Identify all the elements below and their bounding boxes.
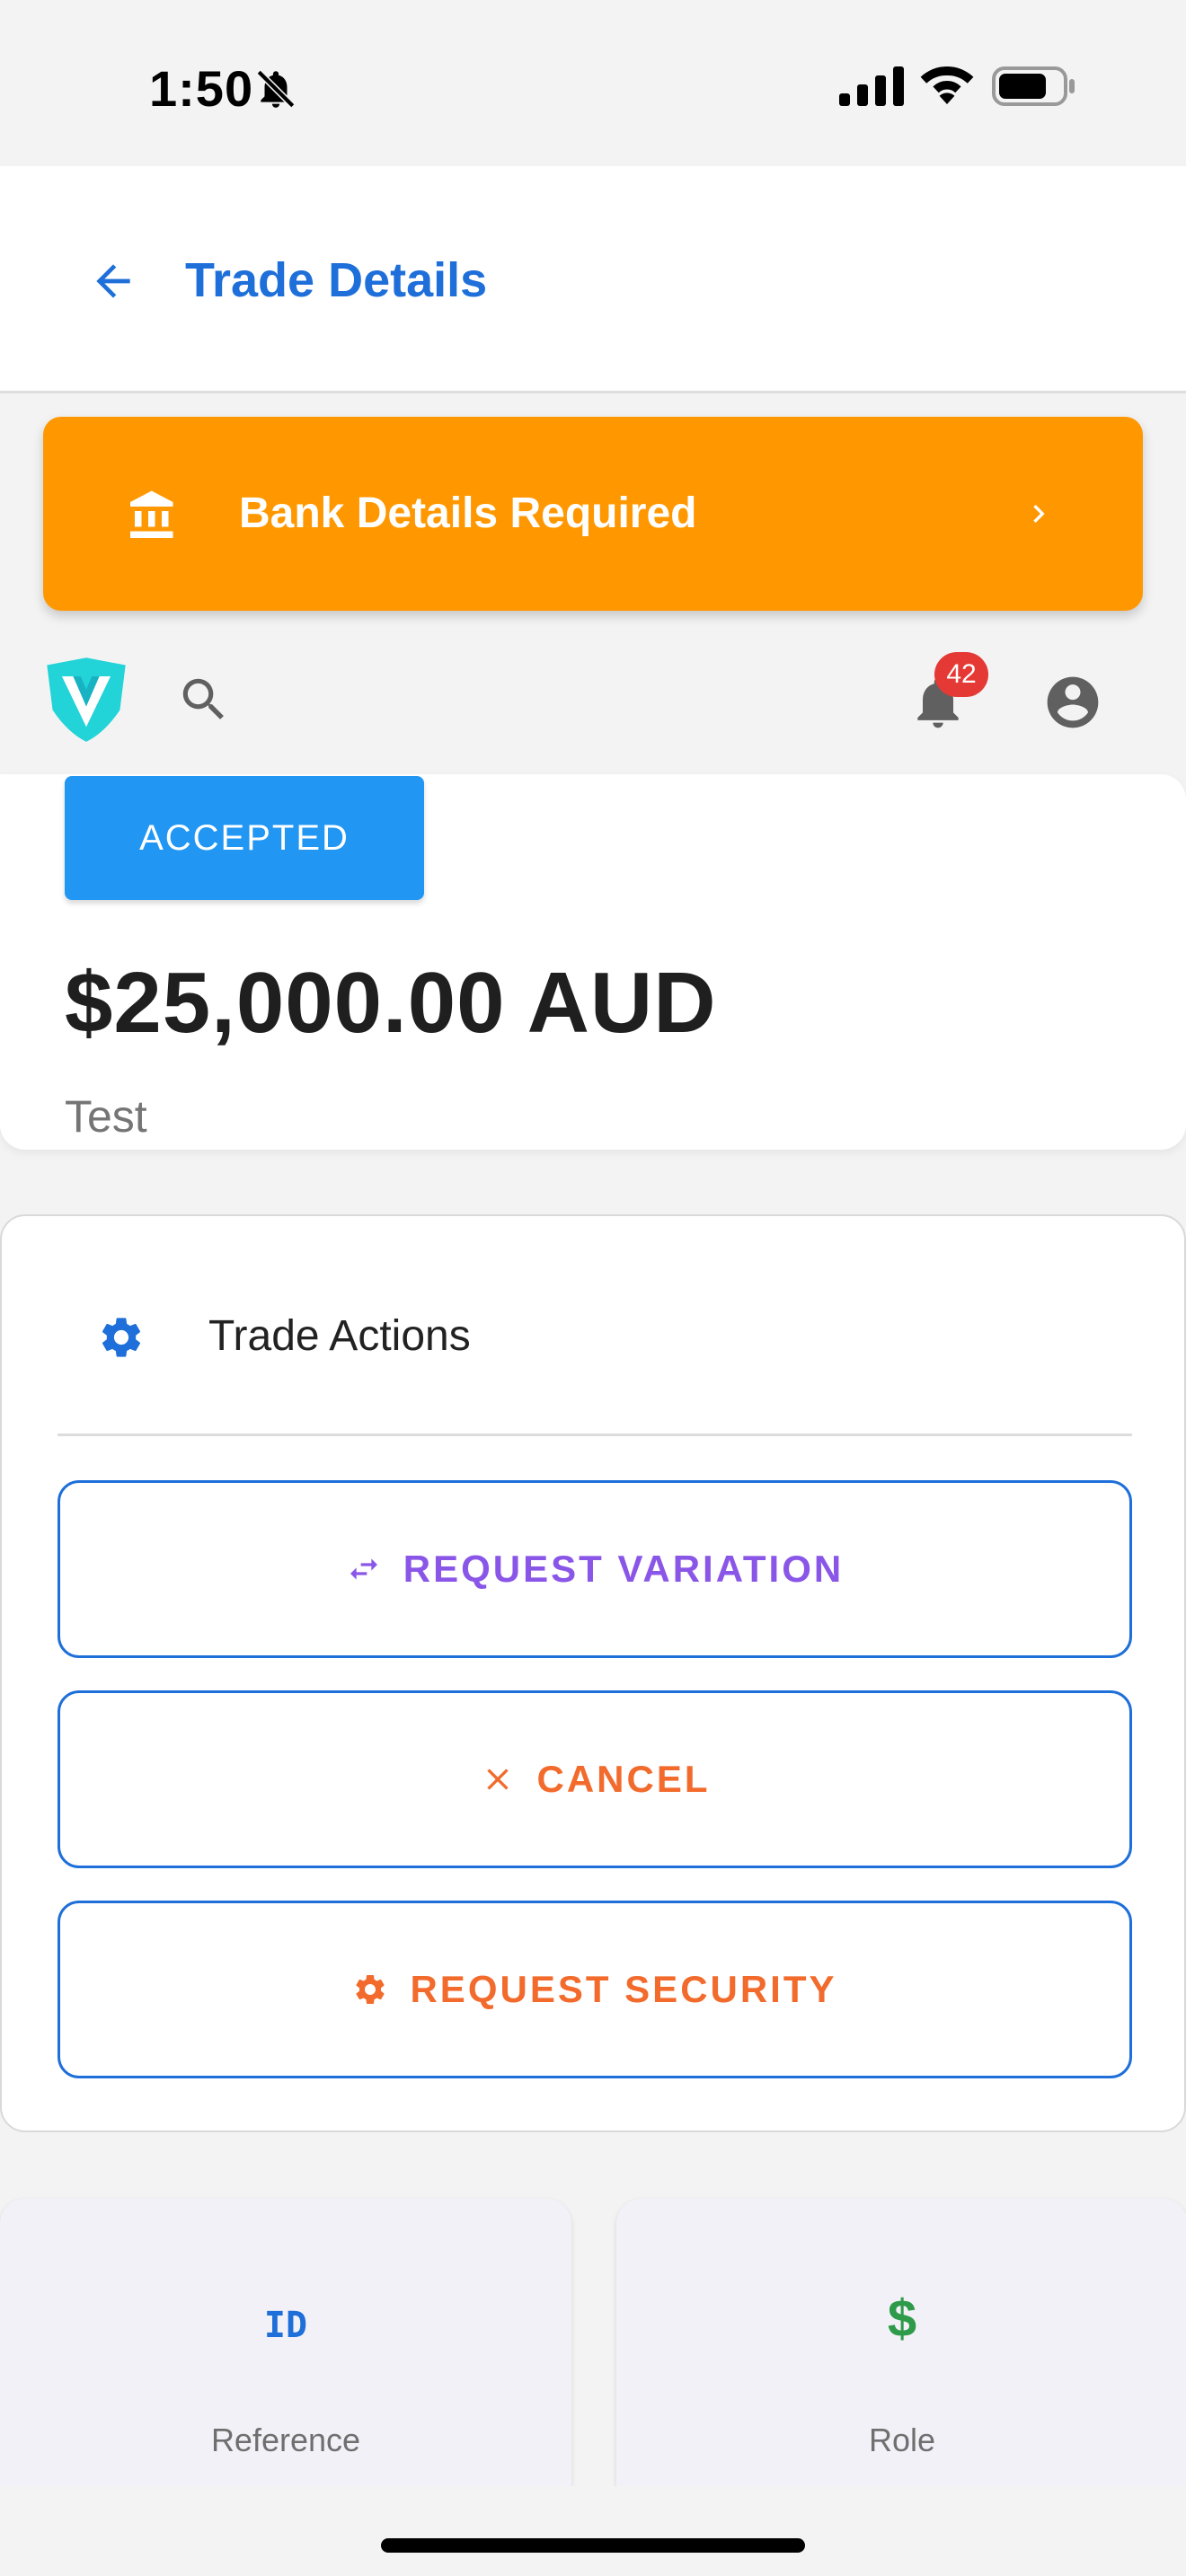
- request-variation-label: REQUEST VARIATION: [403, 1548, 845, 1590]
- bank-icon: [130, 490, 173, 538]
- cancel-button[interactable]: CANCEL: [58, 1690, 1132, 1868]
- search-icon[interactable]: [176, 672, 232, 728]
- status-bar: 1:50: [0, 0, 1186, 166]
- reference-label: Reference: [210, 2422, 361, 2458]
- app-logo: [47, 657, 126, 742]
- role-card[interactable]: $ Role: [616, 2199, 1186, 2486]
- request-security-button[interactable]: REQUEST SECURITY: [58, 1901, 1132, 2078]
- swap-horiz-icon: [350, 1558, 377, 1580]
- request-security-label: REQUEST SECURITY: [410, 1968, 837, 2010]
- gear-icon: [102, 1318, 141, 1357]
- cancel-label: CANCEL: [536, 1758, 711, 1800]
- notification-count-badge: 42: [934, 652, 988, 697]
- trade-actions-card: Trade Actions REQUEST VARIATION CANCEL R…: [0, 1214, 1186, 2132]
- id-badge-icon: ID: [263, 2305, 308, 2346]
- account-circle-icon[interactable]: [1042, 672, 1103, 733]
- bank-details-banner[interactable]: Bank Details Required: [43, 417, 1143, 611]
- dollar-icon: $: [887, 2289, 917, 2348]
- close-icon: [486, 1769, 509, 1790]
- trade-amount: $25,000.00 AUD: [65, 955, 717, 1051]
- bottom-safe-area: [0, 2486, 1186, 2576]
- page-title: Trade Details: [185, 253, 488, 307]
- status-badge: ACCEPTED: [65, 776, 424, 900]
- reference-card[interactable]: ID Reference: [0, 2199, 571, 2486]
- home-indicator[interactable]: [381, 2538, 805, 2553]
- divider: [58, 1434, 1132, 1436]
- cellular-signal-icon: [839, 66, 904, 106]
- bell-off-icon: [256, 69, 296, 109]
- trade-description: Test: [65, 1091, 147, 1142]
- app-bar: Trade Details: [0, 166, 1186, 393]
- request-variation-button[interactable]: REQUEST VARIATION: [58, 1480, 1132, 1658]
- back-arrow-icon[interactable]: [88, 256, 138, 306]
- status-time: 1:50: [149, 60, 254, 117]
- bank-banner-label: Bank Details Required: [239, 490, 697, 537]
- battery-icon: [992, 66, 1075, 106]
- gear-icon: [356, 1975, 385, 2004]
- chevron-right-icon: [1033, 505, 1045, 523]
- trade-summary-card: ACCEPTED $25,000.00 AUD Test: [0, 774, 1186, 1150]
- trade-actions-title: Trade Actions: [208, 1312, 471, 1360]
- role-label: Role: [868, 2422, 936, 2458]
- wifi-icon: [920, 66, 974, 104]
